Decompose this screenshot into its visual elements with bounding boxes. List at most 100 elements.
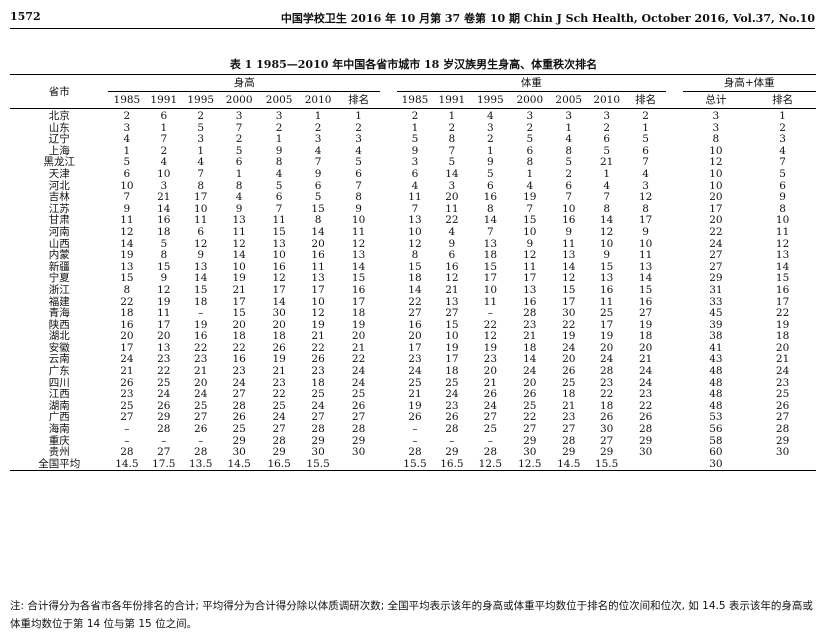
spacer-cell (380, 250, 396, 262)
height-cell: 21 (157, 191, 171, 204)
weight-cell: 30 (600, 423, 614, 436)
weight-cell: 14 (445, 167, 459, 180)
weight-cell: 3 (603, 110, 611, 122)
weight-cell: 7 (565, 191, 573, 204)
header-row-years: 1985 1991 1995 2000 2005 2010 排名 1985 19… (10, 91, 816, 109)
height-cell: 1 (314, 110, 322, 122)
weight-cell: 5 (486, 167, 494, 180)
page-number: 1572 (10, 10, 41, 23)
province-cell: 青海 (48, 307, 70, 320)
height-cell: 18 (157, 225, 171, 238)
spacer-cell (380, 424, 396, 436)
height-cell: 25 (232, 423, 246, 436)
weight-cell: 26 (562, 365, 576, 378)
height-cell: 16.5 (259, 458, 300, 472)
rank-header: 排名 (337, 91, 381, 109)
height-cell: 17 (311, 283, 325, 296)
spacer-cell (666, 239, 682, 251)
weight-cell: 11 (408, 191, 422, 204)
height-cell: 7 (123, 191, 131, 204)
weight-cell: 16 (600, 283, 614, 296)
province-cell: 海南 (48, 423, 70, 436)
spacer-cell (380, 109, 396, 123)
height-cell: 1 (235, 167, 243, 180)
table-row: 青海 18 11 – 15 30 12 18 27 27 – 28 30 25 27 45 22 (10, 307, 816, 320)
spacer-cell (666, 215, 682, 227)
height-cell: 13 (351, 249, 366, 262)
height-cell: 21 (120, 365, 134, 378)
weight-cell: 21 (445, 283, 459, 296)
height-cell: 6 (275, 191, 283, 204)
height-cell: 15 (272, 225, 286, 238)
weight-cell: 7 (603, 191, 611, 204)
spacer-cell (666, 331, 682, 343)
weight-cell: – (412, 423, 418, 436)
spacer-cell (666, 146, 682, 158)
weight-cell: 12 (638, 191, 653, 204)
weight-cell: 15 (638, 283, 653, 296)
spacer-cell (380, 436, 396, 448)
weight-cell: 2 (565, 167, 573, 180)
combined-total-cell: 30 (682, 458, 750, 472)
combined-rank-cell (749, 458, 816, 472)
weight-cell: 9 (642, 225, 649, 238)
ranking-table: 省市 身高 体重 身高+体重 1985 1991 1995 2000 2005 … (10, 74, 816, 472)
height-cell: 24 (351, 365, 366, 378)
combined-rank-cell: 13 (775, 249, 790, 262)
spacer-cell (380, 169, 396, 181)
rank-header: 排名 (749, 91, 816, 109)
province-cell: 天津 (48, 167, 70, 180)
weight-cell: 19 (523, 191, 537, 204)
weight-cell: 27 (408, 307, 422, 320)
table-row: 天津 6 10 7 1 4 9 6 6 14 5 1 2 1 4 10 5 (10, 167, 816, 181)
weight-cell: 6 (411, 167, 419, 180)
combined-total-cell: 31 (709, 283, 723, 296)
header-rule (10, 28, 815, 29)
page-header: 1572 中国学校卫生 2016 年 10 月第 37 卷第 10 期 Chin… (10, 6, 815, 26)
height-cell: 17 (194, 191, 208, 204)
spacer-cell (380, 458, 397, 472)
table-body: 北京 2 6 2 3 3 1 1 2 1 4 3 3 3 2 3 1 山东 3 1 5 7 2 2 2 1 2 3 2 1 2 1 3 2 辽宁 4 7… (10, 109, 816, 472)
weight-cell: 18 (445, 365, 459, 378)
year-header: 1991 (433, 91, 471, 109)
combined-rank-cell: 30 (775, 446, 790, 459)
combined-group-header: 身高+体重 (682, 74, 816, 92)
height-cell: 2 (197, 110, 205, 122)
weight-cell: 28 (445, 423, 459, 436)
height-cell: 2 (123, 110, 131, 122)
spacer-cell (666, 169, 682, 181)
weight-cell: 18 (483, 249, 498, 262)
height-cell: 23 (311, 365, 325, 378)
table-row: 广东 21 22 21 23 21 23 24 24 18 20 24 26 28 24 48 24 (10, 365, 816, 378)
spacer-cell (666, 285, 682, 297)
header-row-groups: 省市 身高 体重 身高+体重 (10, 74, 816, 109)
height-cell: 19 (120, 249, 134, 262)
combined-rank-cell: 9 (779, 191, 786, 204)
total-header: 总计 (682, 91, 750, 109)
weight-cell: 16.5 (433, 458, 471, 472)
spacer-cell (380, 273, 396, 285)
combined-total-cell: 45 (709, 307, 723, 320)
table-row: 全国平均 14.5 17.5 13.5 14.5 16.5 15.5 15.5 16.5 12.5… (10, 458, 816, 472)
weight-cell: 1 (448, 110, 456, 122)
height-cell: 28 (157, 423, 171, 436)
weight-cell: – (487, 307, 493, 320)
table-note: 注: 合计得分为各省市各年份排名的合计; 平均得分为合计得分除以体质调研次数; … (10, 600, 813, 630)
spacer-cell (380, 123, 396, 135)
spacer-cell (666, 308, 682, 320)
height-cell: 6 (123, 167, 131, 180)
height-cell: 11 (157, 307, 171, 320)
year-header: 1985 (396, 91, 434, 109)
spacer-cell (666, 181, 682, 193)
height-cell: 3 (275, 110, 283, 122)
height-cell: 15.5 (299, 458, 338, 472)
spacer-cell (380, 192, 396, 204)
spacer-cell (666, 273, 682, 285)
weight-cell: 27 (523, 423, 537, 436)
weight-cell: 25 (483, 423, 498, 436)
weight-cell: 8 (411, 249, 419, 262)
spacer-cell (666, 297, 682, 309)
weight-cell: 3 (526, 110, 534, 122)
weight-cell: 12.5 (470, 458, 511, 472)
table-row: 海南 – 28 26 25 27 28 28 – 28 25 27 27 30 28 56 28 (10, 423, 816, 436)
